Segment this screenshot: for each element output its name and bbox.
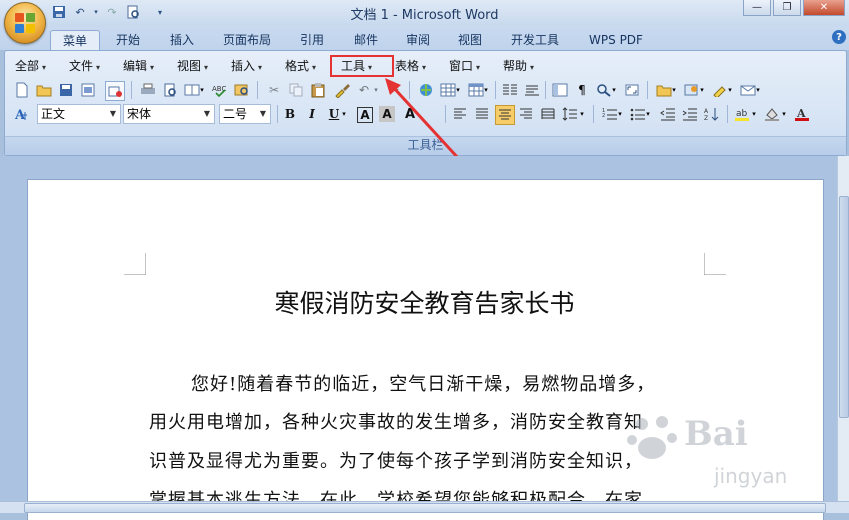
menu-view[interactable]: 视图 ▾ <box>177 57 208 75</box>
separator <box>277 105 278 123</box>
minimize-button[interactable]: — <box>743 0 771 16</box>
drawing-icon[interactable] <box>523 81 541 99</box>
distributed-icon[interactable] <box>539 105 557 123</box>
tab-references[interactable]: 引用 <box>290 30 334 50</box>
italic-button[interactable]: I <box>303 105 321 123</box>
full-screen-icon[interactable] <box>623 81 641 99</box>
font-color-icon[interactable]: A <box>793 105 811 123</box>
ribbon-panel: 全部 ▾ 文件 ▾ 编辑 ▾ 视图 ▾ 插入 ▾ 格式 ▾ 工具 ▾ 表格 ▾ 窗口 ▾ 帮助 ▾ … <box>4 50 847 173</box>
bold-button[interactable]: B <box>281 105 299 123</box>
document-line: 您好!随着春节的临近，空气日渐干燥，易燃物品增多， <box>191 374 656 395</box>
copy-icon[interactable] <box>287 81 305 99</box>
decrease-indent-icon[interactable] <box>659 105 677 123</box>
font-select[interactable]: 宋体 ▼ <box>123 104 215 124</box>
research-icon[interactable] <box>233 81 251 99</box>
separator <box>545 81 546 99</box>
office-logo-icon <box>15 13 35 33</box>
separator <box>257 81 258 99</box>
tab-wps-pdf[interactable]: WPS PDF <box>578 30 654 50</box>
open-folder-icon[interactable] <box>35 81 53 99</box>
margin-corner-top-left <box>124 253 146 275</box>
separator <box>647 81 648 99</box>
print-icon[interactable] <box>139 81 157 99</box>
bullets-dropdown-icon[interactable]: ▾ <box>643 105 653 123</box>
folder-dropdown-icon[interactable]: ▾ <box>669 81 679 99</box>
svg-text:ab: ab <box>736 109 748 119</box>
increase-indent-icon[interactable] <box>681 105 699 123</box>
save-icon[interactable] <box>57 81 75 99</box>
styles-pane-icon[interactable]: A <box>13 105 31 123</box>
office-button[interactable] <box>4 2 46 44</box>
help-icon[interactable]: ? <box>832 30 846 44</box>
reading-layout-dropdown-icon[interactable]: ▾ <box>197 81 207 99</box>
tab-insert[interactable]: 插入 <box>160 30 204 50</box>
vertical-scroll-thumb[interactable] <box>839 196 849 418</box>
new-document-icon[interactable] <box>13 81 31 99</box>
close-button[interactable]: ✕ <box>803 0 845 16</box>
permission-icon[interactable] <box>79 81 97 99</box>
menu-format[interactable]: 格式 ▾ <box>285 57 316 75</box>
email-document-icon[interactable] <box>105 81 125 101</box>
font-size-select[interactable]: 二号 ▼ <box>219 104 271 124</box>
underline-dropdown-icon[interactable]: ▾ <box>339 105 349 123</box>
cut-icon[interactable]: ✂ <box>265 81 283 99</box>
document-title: 寒假消防安全教育告家长书 <box>274 289 575 318</box>
svg-text:2: 2 <box>602 113 605 119</box>
title-bar: ↶ ▾ ↷ ▾ 文档 1 - Microsoft Word — ❐ ✕ <box>0 0 849 26</box>
align-center-icon[interactable] <box>495 105 515 125</box>
tab-view[interactable]: 视图 <box>448 30 492 50</box>
chevron-down-icon: ▼ <box>109 109 117 118</box>
menu-insert[interactable]: 插入 ▾ <box>231 57 262 75</box>
svg-text:A: A <box>704 108 709 115</box>
character-border-button[interactable]: A <box>357 107 373 123</box>
tab-menu[interactable]: 菜单 <box>50 30 100 52</box>
separator <box>131 81 132 99</box>
format-painter-icon[interactable] <box>333 81 351 99</box>
chevron-down-icon: ▼ <box>203 109 211 118</box>
numbering-dropdown-icon[interactable]: ▾ <box>615 105 625 123</box>
style-select[interactable]: 正文 ▼ <box>37 104 121 124</box>
restore-button[interactable]: ❐ <box>773 0 801 16</box>
spelling-check-icon[interactable]: ABC <box>211 81 229 99</box>
envelope-dropdown-icon[interactable]: ▾ <box>753 81 763 99</box>
chevron-down-icon: ▼ <box>259 109 267 118</box>
zoom-dropdown-icon[interactable]: ▾ <box>609 81 619 99</box>
menu-all[interactable]: 全部 ▾ <box>15 57 46 75</box>
highlight-dropdown-icon[interactable]: ▾ <box>749 105 759 123</box>
document-line: 用火用电增加，各种火灾事故的发生增多，消防安全教育知 <box>149 412 643 433</box>
ribbon-tabs: 菜单 开始 插入 页面布局 引用 邮件 审阅 视图 开发工具 WPS PDF ? <box>0 26 849 52</box>
tab-mailings[interactable]: 邮件 <box>344 30 388 50</box>
paste-icon[interactable] <box>309 81 327 99</box>
margin-corner-top-right <box>704 253 726 275</box>
menu-file[interactable]: 文件 ▾ <box>69 57 100 75</box>
separator <box>593 105 594 123</box>
tab-home[interactable]: 开始 <box>106 30 150 50</box>
window-title: 文档 1 - Microsoft Word <box>350 8 499 23</box>
document-line: 识普及显得尤为重要。为了使每个孩子学到消防安全知识， <box>149 451 643 472</box>
separator <box>495 81 496 99</box>
columns-icon[interactable] <box>501 81 519 99</box>
tab-review[interactable]: 审阅 <box>396 30 440 50</box>
window-controls: — ❐ ✕ <box>743 0 845 16</box>
shading-dropdown-icon[interactable]: ▾ <box>779 105 789 123</box>
menu-help[interactable]: 帮助 ▾ <box>503 57 534 75</box>
tab-page-layout[interactable]: 页面布局 <box>214 30 280 50</box>
show-hide-marks-icon[interactable]: ¶ <box>573 81 591 99</box>
menu-edit[interactable]: 编辑 ▾ <box>123 57 154 75</box>
print-preview-icon[interactable] <box>161 81 179 99</box>
clip-art-dropdown-icon[interactable]: ▾ <box>697 81 707 99</box>
svg-text:Z: Z <box>704 115 708 121</box>
align-right-icon[interactable] <box>517 105 535 123</box>
edit-marker-dropdown-icon[interactable]: ▾ <box>725 81 735 99</box>
separator <box>727 105 728 123</box>
document-map-icon[interactable] <box>551 81 569 99</box>
sort-icon[interactable]: AZ <box>703 105 721 123</box>
line-spacing-dropdown-icon[interactable]: ▾ <box>577 105 587 123</box>
horizontal-scrollbar[interactable] <box>0 501 849 513</box>
tab-developer[interactable]: 开发工具 <box>500 30 570 50</box>
vertical-scrollbar[interactable] <box>837 156 849 501</box>
